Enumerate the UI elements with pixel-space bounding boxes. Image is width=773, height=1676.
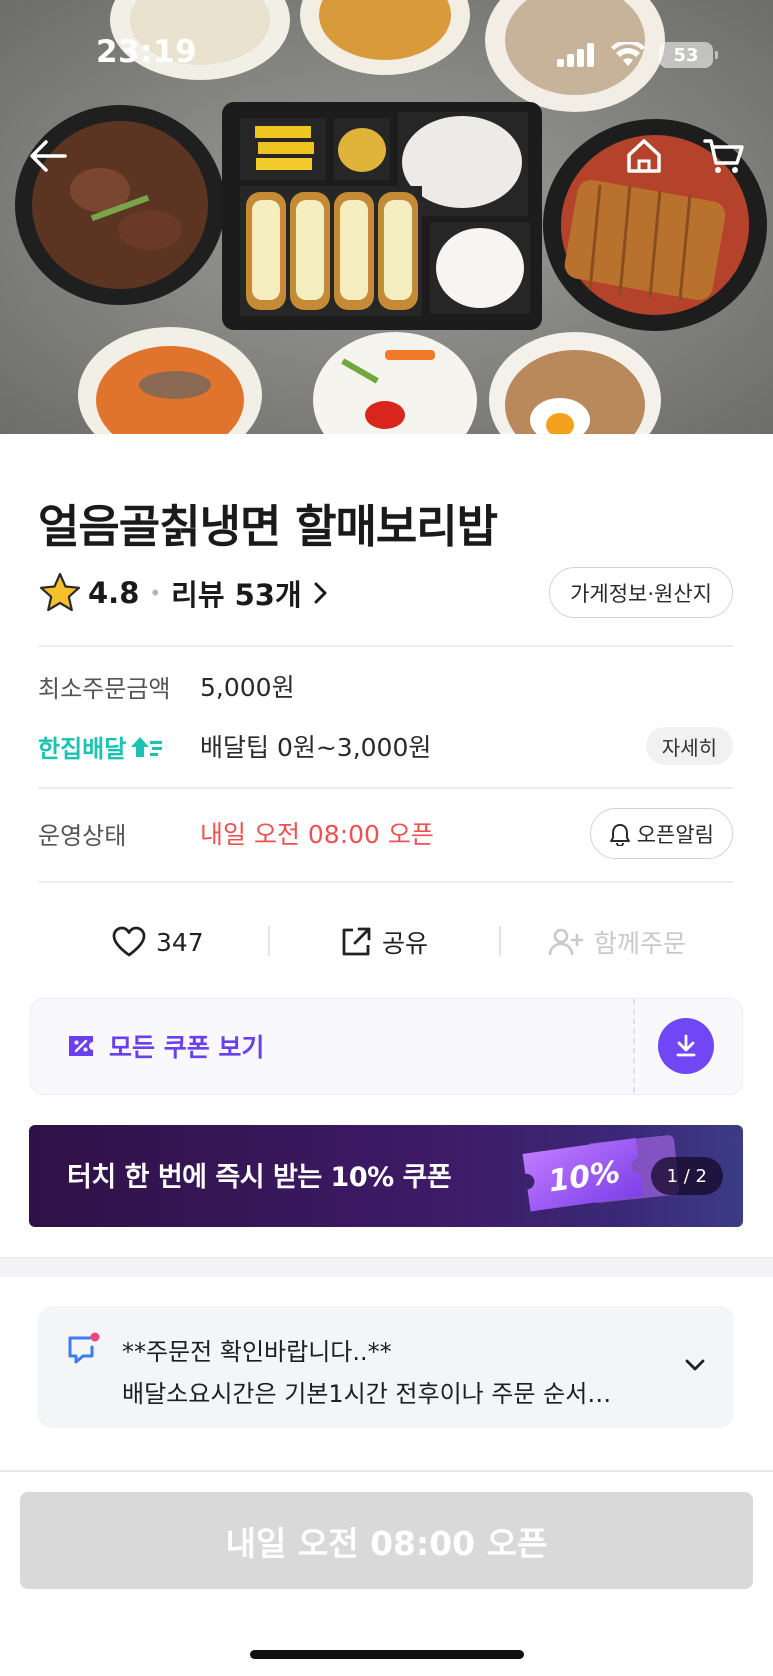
cart-icon [703,139,744,173]
chevron-right-icon [314,582,327,604]
delivery-brand: 한집배달 [38,729,200,764]
divider [38,787,733,789]
home-button[interactable] [618,130,670,182]
action-separator [268,926,270,956]
battery-icon: 53 [659,42,718,68]
wifi-icon [611,42,645,66]
divider [38,881,733,883]
min-order-label: 최소주문금액 [38,674,171,703]
delivery-tip-value: 배달팁 0원~3,000원 [200,733,432,762]
add-user-icon [548,928,584,956]
coupon-divider [633,999,635,1093]
store-name: 얼음골칡냉면 할매보리밥 [38,500,498,553]
notice-title: **주문전 확인바랍니다..** [122,1338,392,1366]
like-count: 347 [156,927,204,957]
status-bar: 23:19 53 [0,0,773,110]
home-icon [627,139,661,173]
arrow-left-icon [30,140,67,172]
store-info-button[interactable]: 가게정보·원산지 [549,567,733,618]
download-icon [676,1034,696,1057]
store-hero-image: 23:19 53 [0,0,773,434]
separator-dot: • [149,581,162,605]
banner-text: 터치 한 번에 즉시 받는 10% 쿠폰 [67,1162,452,1193]
coupon-icon [69,1036,93,1056]
chevron-down-icon [685,1359,705,1371]
delivery-tip-row: 한집배달 배달팁 0원~3,000원 [38,726,431,766]
share-button[interactable]: 공유 [340,912,428,972]
coupon-box: 모든 쿠폰 보기 [30,998,743,1095]
min-order-value: 5,000원 [200,673,295,702]
delivery-brand-label: 한집배달 [38,734,127,763]
share-icon [342,927,371,956]
store-notice[interactable]: **주문전 확인바랍니다..** 배달소요시간은 기본1시간 전후이나 주문 순… [38,1306,734,1428]
heart-icon [112,926,146,957]
operation-status-label: 운영상태 [38,821,127,850]
min-order-row: 최소주문금액 5,000원 [38,666,295,706]
banner-page-indicator: 1 / 2 [650,1157,723,1195]
review-count-link[interactable]: 리뷰 53개 [171,572,302,614]
divider [38,645,733,647]
order-button[interactable]: 내일 오전 08:00 오픈 [20,1492,753,1589]
battery-level: 53 [673,44,699,66]
status-time: 23:19 [96,34,198,70]
open-alarm-button[interactable]: 오픈알림 [589,808,733,859]
action-separator [499,926,501,956]
operation-status-value: 내일 오전 08:00 오픈 [200,820,434,849]
cellular-signal-icon [557,43,594,67]
fast-delivery-icon [131,737,163,757]
section-divider [0,1257,773,1277]
rating-row[interactable]: 4.8 • 리뷰 53개 [38,568,332,618]
group-order-button[interactable]: 함께주문 [548,912,686,972]
store-actions: 347 공유 함께주문 [0,912,773,972]
coupon-download-button[interactable] [658,1018,714,1074]
all-coupons-label: 모든 쿠폰 보기 [109,1033,265,1062]
coupon-banner[interactable]: 터치 한 번에 즉시 받는 10% 쿠폰 10% 1 / 2 [29,1125,743,1227]
rating-value: 4.8 [88,576,140,610]
status-icons: 53 [557,42,718,68]
share-label: 공유 [382,929,429,958]
divider [0,1470,773,1472]
delivery-detail-button[interactable]: 자세히 [645,727,733,765]
all-coupons-button[interactable]: 모든 쿠폰 보기 [31,999,633,1093]
like-button[interactable]: 347 [112,912,204,972]
star-icon [39,572,81,612]
open-alarm-label: 오픈알림 [636,822,714,847]
group-order-label: 함께주문 [594,929,687,958]
cart-button[interactable] [698,130,750,182]
bell-icon [609,823,630,846]
back-button[interactable] [22,130,74,182]
home-indicator [250,1650,524,1659]
operation-status-row: 운영상태 내일 오전 08:00 오픈 [38,813,434,853]
notice-body: 배달소요시간은 기본1시간 전후이나 주문 순서… [122,1380,612,1408]
notice-icon [68,1332,100,1364]
